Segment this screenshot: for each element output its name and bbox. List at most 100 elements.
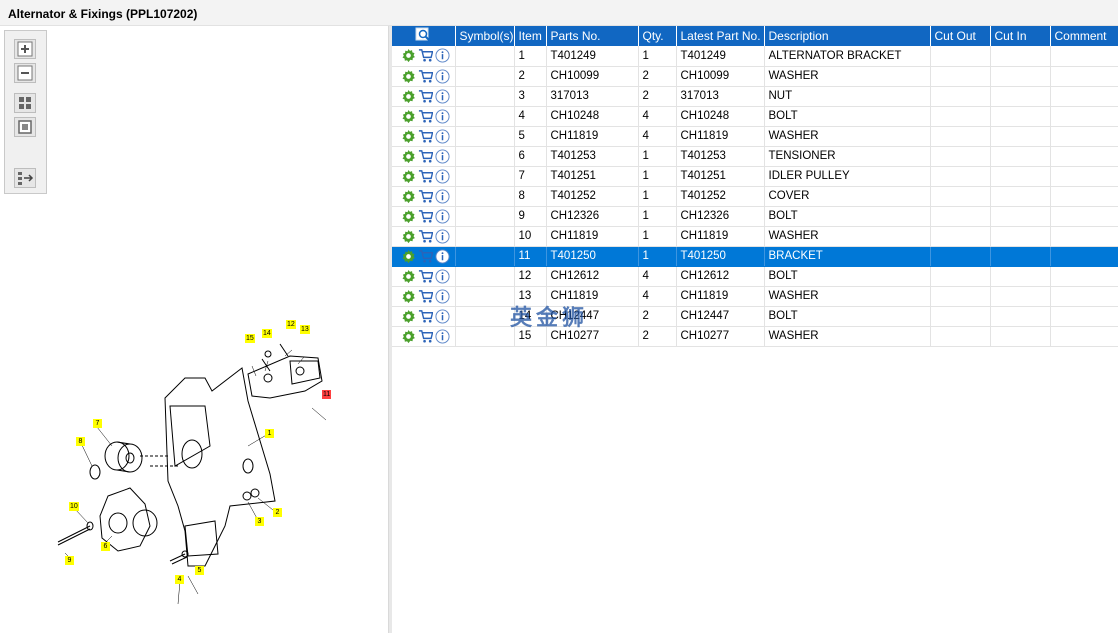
table-row-7[interactable]: 7 T401251 1 T401251 IDLER PULLEY: [392, 166, 1118, 187]
table-row-11[interactable]: 11 T401250 1 T401250 BRACKET: [392, 246, 1118, 267]
description-cell: BRACKET: [764, 246, 931, 267]
gear-icon[interactable]: [401, 149, 416, 164]
cart-icon[interactable]: [418, 309, 433, 324]
cart-icon[interactable]: [418, 189, 433, 204]
gear-icon[interactable]: [401, 189, 416, 204]
description-cell: WASHER: [764, 286, 931, 307]
callout-6[interactable]: 6: [101, 542, 110, 551]
callout-1[interactable]: 1: [265, 429, 274, 438]
header-comment[interactable]: Comment: [1050, 26, 1118, 46]
info-icon[interactable]: [435, 328, 450, 344]
gear-icon[interactable]: [401, 129, 416, 144]
table-row-14[interactable]: 14 CH12447 2 CH12447 BOLT: [392, 306, 1118, 327]
cart-icon[interactable]: [418, 149, 433, 164]
cart-icon[interactable]: [418, 209, 433, 224]
table-row-8[interactable]: 8 T401252 1 T401252 COVER: [392, 186, 1118, 207]
header-description[interactable]: Description: [764, 26, 931, 46]
info-icon[interactable]: [435, 308, 450, 324]
gear-icon[interactable]: [401, 289, 416, 304]
table-row-6[interactable]: 6 T401253 1 T401253 TENSIONER: [392, 146, 1118, 167]
gear-icon[interactable]: [401, 249, 416, 264]
cart-icon[interactable]: [418, 89, 433, 104]
gear-icon[interactable]: [401, 48, 416, 63]
parts-no-cell: CH10099: [546, 66, 639, 87]
gear-icon[interactable]: [401, 229, 416, 244]
table-row-15[interactable]: 15 CH10277 2 CH10277 WASHER: [392, 326, 1118, 347]
cart-icon[interactable]: [418, 289, 433, 304]
header-cut-out[interactable]: Cut Out: [930, 26, 991, 46]
gear-icon[interactable]: [401, 109, 416, 124]
callout-9[interactable]: 9: [65, 556, 74, 565]
comment-cell: [1050, 46, 1118, 67]
gear-icon[interactable]: [401, 89, 416, 104]
info-icon[interactable]: [435, 188, 450, 204]
info-icon[interactable]: [435, 48, 450, 63]
gear-icon[interactable]: [401, 269, 416, 284]
callout-2[interactable]: 2: [273, 508, 282, 517]
callout-4[interactable]: 4: [175, 575, 184, 584]
header-symbols[interactable]: Symbol(s): [455, 26, 515, 46]
parts-no-cell: CH10248: [546, 106, 639, 127]
cart-icon[interactable]: [418, 229, 433, 244]
cart-icon[interactable]: [418, 69, 433, 84]
cut-in-cell: [990, 146, 1051, 167]
callout-14[interactable]: 14: [262, 329, 272, 338]
info-icon[interactable]: [435, 248, 450, 264]
gear-icon[interactable]: [401, 309, 416, 324]
table-row-3[interactable]: 3 317013 2 317013 NUT: [392, 86, 1118, 107]
description-cell: WASHER: [764, 126, 931, 147]
cart-icon[interactable]: [418, 109, 433, 124]
gear-icon[interactable]: [401, 169, 416, 184]
comment-cell: [1050, 306, 1118, 327]
header-latest-part-no[interactable]: Latest Part No.: [676, 26, 765, 46]
info-icon[interactable]: [435, 128, 450, 144]
gear-icon[interactable]: [401, 329, 416, 344]
header-qty[interactable]: Qty.: [638, 26, 677, 46]
table-row-13[interactable]: 13 CH11819 4 CH11819 WASHER: [392, 286, 1118, 307]
cart-icon[interactable]: [418, 249, 433, 264]
info-icon[interactable]: [435, 228, 450, 244]
qty-cell: 2: [638, 66, 677, 87]
qty-cell: 1: [638, 166, 677, 187]
gear-icon[interactable]: [401, 69, 416, 84]
header-cut-in[interactable]: Cut In: [990, 26, 1051, 46]
info-icon[interactable]: [435, 208, 450, 224]
info-icon[interactable]: [435, 68, 450, 84]
callout-15[interactable]: 15: [245, 334, 255, 343]
table-row-12[interactable]: 12 CH12612 4 CH12612 BOLT: [392, 266, 1118, 287]
cart-icon[interactable]: [418, 48, 433, 63]
callout-10[interactable]: 10: [69, 502, 79, 511]
info-icon[interactable]: [435, 88, 450, 104]
header-parts-no[interactable]: Parts No.: [546, 26, 639, 46]
info-icon[interactable]: [435, 168, 450, 184]
callout-8[interactable]: 8: [76, 437, 85, 446]
table-row-10[interactable]: 10 CH11819 1 CH11819 WASHER: [392, 226, 1118, 247]
info-icon[interactable]: [435, 288, 450, 304]
callout-12[interactable]: 12: [286, 320, 296, 329]
table-row-4[interactable]: 4 CH10248 4 CH10248 BOLT: [392, 106, 1118, 127]
info-icon[interactable]: [435, 268, 450, 284]
table-row-1[interactable]: 1 T401249 1 T401249 ALTERNATOR BRACKET: [392, 46, 1118, 67]
cart-icon[interactable]: [418, 329, 433, 344]
gear-icon[interactable]: [401, 209, 416, 224]
symbol-cell: [455, 286, 515, 307]
item-cell: 12: [514, 266, 547, 287]
diagram-pane[interactable]: 7 8 10 6 9 1 2 3 4 5 11 12 13 14 15: [0, 26, 389, 633]
callout-5[interactable]: 5: [195, 566, 204, 575]
header-item[interactable]: Item: [514, 26, 547, 46]
table-row-9[interactable]: 9 CH12326 1 CH12326 BOLT: [392, 206, 1118, 227]
table-row-5[interactable]: 5 CH11819 4 CH11819 WASHER: [392, 126, 1118, 147]
callout-11[interactable]: 11: [322, 390, 332, 399]
cart-icon[interactable]: [418, 269, 433, 284]
latest-part-no-cell: T401251: [676, 166, 765, 187]
callout-3[interactable]: 3: [255, 517, 264, 526]
callout-13[interactable]: 13: [300, 325, 310, 334]
table-row-2[interactable]: 2 CH10099 2 CH10099 WASHER: [392, 66, 1118, 87]
cart-icon[interactable]: [418, 129, 433, 144]
header-view-column[interactable]: [392, 26, 456, 46]
info-icon[interactable]: [435, 148, 450, 164]
callout-7[interactable]: 7: [93, 419, 102, 428]
cart-icon[interactable]: [418, 169, 433, 184]
info-icon[interactable]: [435, 108, 450, 124]
qty-cell: 4: [638, 126, 677, 147]
